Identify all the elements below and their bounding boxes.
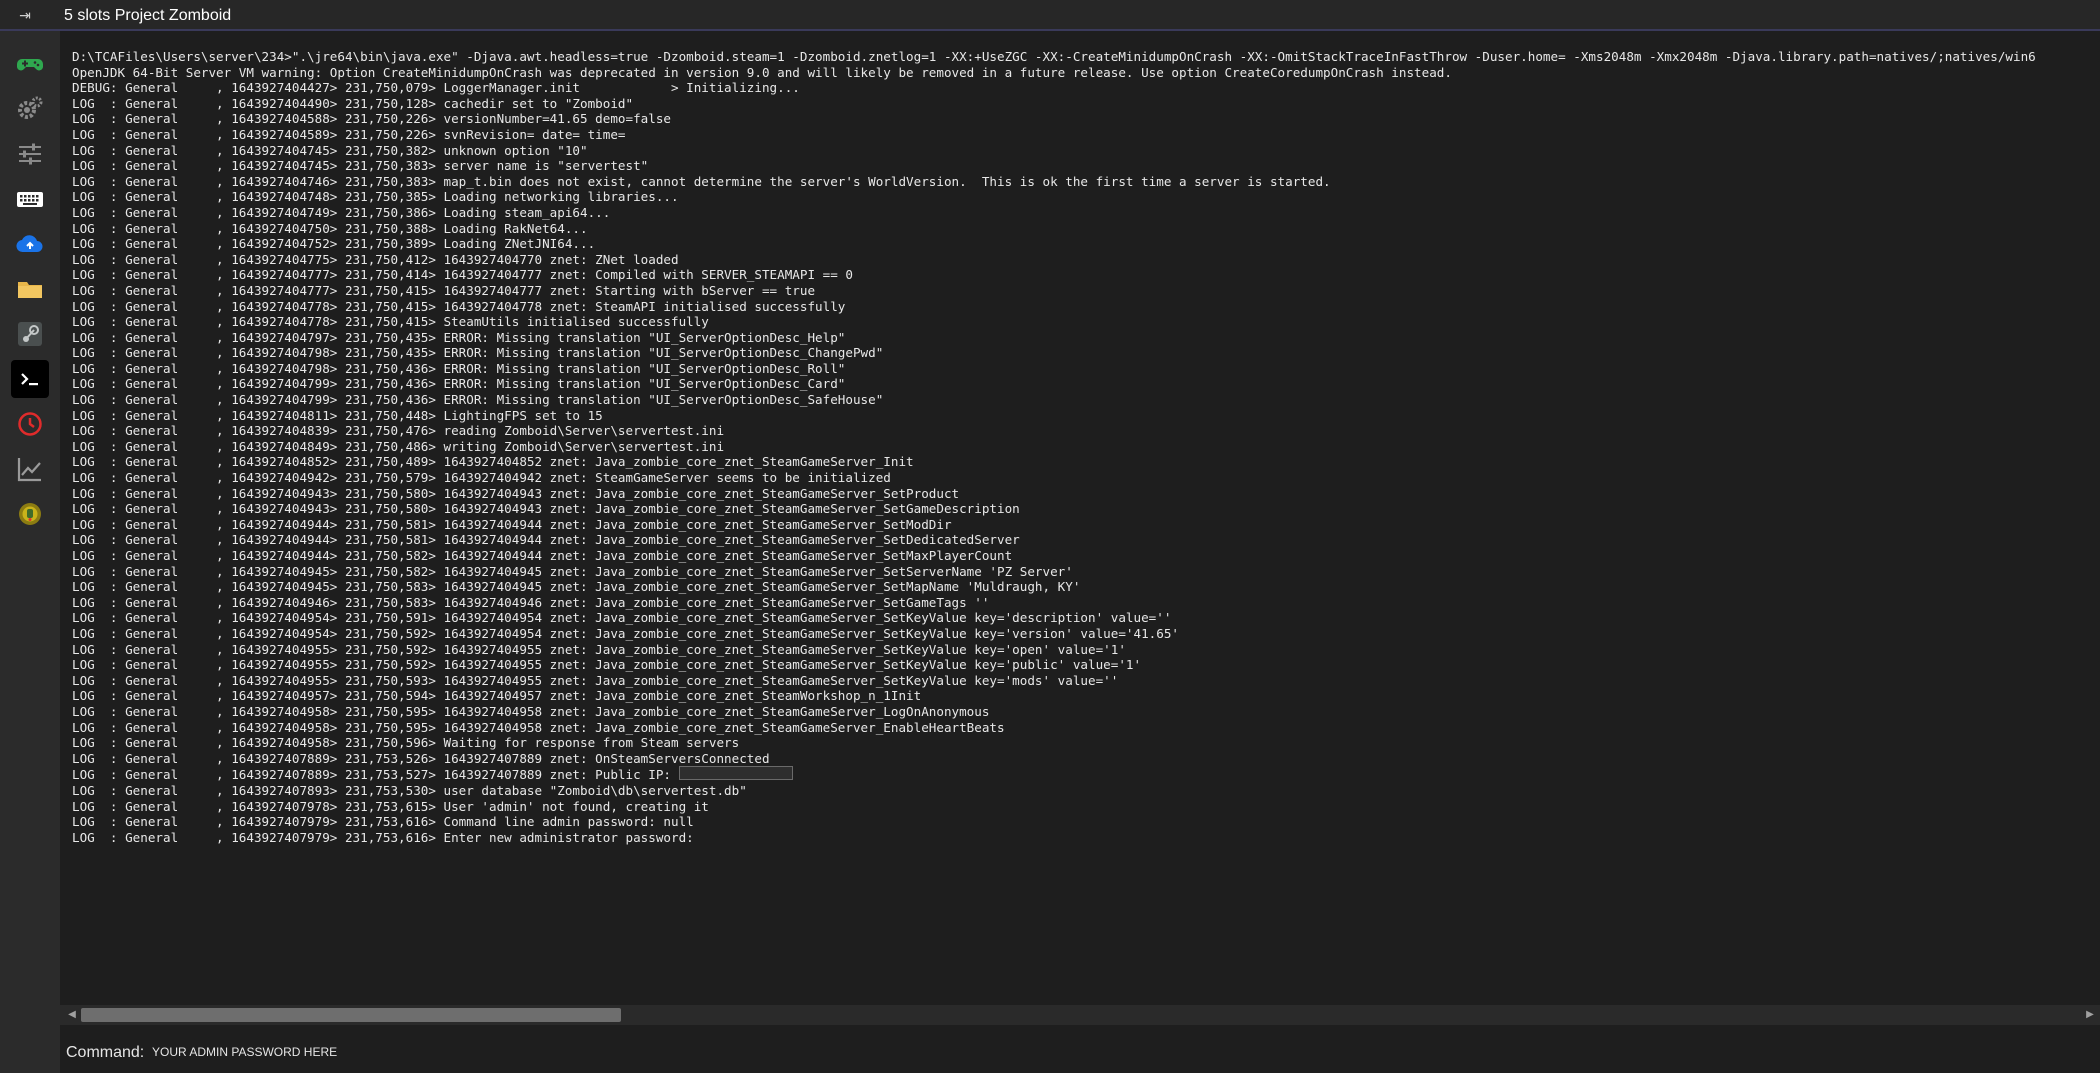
pin-icon[interactable]: ⇥ bbox=[16, 6, 34, 24]
console-line: LOG : General , 1643927404778> 231,750,4… bbox=[72, 298, 846, 314]
clock-icon bbox=[18, 412, 42, 436]
console-line: LOG : General , 1643927404942> 231,750,5… bbox=[72, 470, 891, 486]
console-line: LOG : General , 1643927404954> 231,750,5… bbox=[72, 625, 1179, 641]
sidebar-item-console[interactable] bbox=[11, 360, 49, 398]
steam-icon bbox=[18, 322, 42, 346]
console-line: LOG : General , 1643927404752> 231,750,3… bbox=[72, 236, 596, 252]
console-line: LOG : General , 1643927404778> 231,750,4… bbox=[72, 314, 709, 330]
console-line: OpenJDK 64-Bit Server VM warning: Option… bbox=[72, 64, 1452, 80]
console-line: LOG : General , 1643927404839> 231,750,4… bbox=[72, 423, 725, 439]
console-line: LOG : General , 1643927404943> 231,750,5… bbox=[72, 485, 960, 501]
gamepad-icon bbox=[17, 59, 43, 71]
console-line: LOG : General , 1643927404749> 231,750,3… bbox=[72, 204, 611, 220]
console-line: LOG : General , 1643927404750> 231,750,3… bbox=[72, 220, 588, 236]
console-line: LOG : General , 1643927404745> 231,750,3… bbox=[72, 142, 588, 158]
console-line: LOG : General , 1643927404945> 231,750,5… bbox=[72, 563, 1073, 579]
console-line: LOG : General , 1643927404849> 231,750,4… bbox=[72, 438, 725, 454]
terminal-icon bbox=[21, 373, 38, 386]
console-line: LOG : General , 1643927404944> 231,750,5… bbox=[72, 548, 1013, 563]
scrollbar-thumb[interactable] bbox=[81, 1008, 621, 1022]
console-output[interactable]: D:\TCAFiles\Users\server\234>".\jre64\bi… bbox=[60, 31, 2100, 1001]
console-line: LOG : General , 1643927407979> 231,753,6… bbox=[72, 814, 694, 830]
sidebar-item-settings[interactable] bbox=[11, 90, 49, 128]
console-line: LOG : General , 1643927407889> 231,753,5… bbox=[72, 767, 679, 783]
console-line: LOG : General , 1643927404957> 231,750,5… bbox=[72, 688, 922, 704]
console-line: LOG : General , 1643927404748> 231,750,3… bbox=[72, 189, 679, 205]
console-line: LOG : General , 1643927404777> 231,750,4… bbox=[72, 267, 853, 283]
scroll-right-icon[interactable]: ▶ bbox=[2084, 1008, 2096, 1022]
sidebar bbox=[0, 31, 60, 1073]
console-line: LOG : General , 1643927404944> 231,750,5… bbox=[72, 516, 952, 532]
console-line: LOG : General , 1643927404955> 231,750,5… bbox=[72, 672, 1119, 688]
console-line: LOG : General , 1643927404589> 231,750,2… bbox=[72, 126, 626, 142]
cloud-upload-icon bbox=[16, 235, 43, 253]
keyboard-icon bbox=[17, 192, 43, 207]
console-line: LOG : General , 1643927404775> 231,750,4… bbox=[72, 251, 679, 267]
console-log: D:\TCAFiles\Users\server\234>".\jre64\bi… bbox=[72, 49, 2100, 879]
command-bar: Command: bbox=[60, 1035, 2100, 1073]
console-line: LOG : General , 1643927407978> 231,753,6… bbox=[72, 798, 709, 814]
console-line: LOG : General , 1643927407979> 231,753,6… bbox=[72, 829, 694, 845]
game-badge-icon bbox=[19, 503, 41, 525]
console-line: LOG : General , 1643927404797> 231,750,4… bbox=[72, 329, 846, 345]
console-line: LOG : General , 1643927404799> 231,750,4… bbox=[72, 376, 846, 392]
sidebar-item-commands[interactable] bbox=[11, 180, 49, 218]
sidebar-item-scheduler[interactable] bbox=[11, 405, 49, 443]
sidebar-item-configuration[interactable] bbox=[11, 135, 49, 173]
command-input[interactable] bbox=[146, 1039, 2098, 1065]
console-line: LOG : General , 1643927404954> 231,750,5… bbox=[72, 610, 1172, 626]
console-line: LOG : General , 1643927404945> 231,750,5… bbox=[72, 579, 1081, 595]
sidebar-item-game-info[interactable] bbox=[11, 495, 49, 533]
console-line: LOG : General , 1643927404746> 231,750,3… bbox=[72, 173, 1331, 189]
console-line: LOG : General , 1643927404943> 231,750,5… bbox=[72, 501, 1020, 517]
title-bar: ⇥ 5 slots Project Zomboid bbox=[0, 0, 2100, 31]
console-line: DEBUG: General , 1643927404427> 231,750,… bbox=[72, 80, 800, 96]
sliders-icon bbox=[19, 143, 41, 165]
console-line: LOG : General , 1643927404958> 231,750,5… bbox=[72, 703, 990, 719]
command-label: Command: bbox=[66, 1044, 145, 1061]
console-line: LOG : General , 1643927404958> 231,750,5… bbox=[72, 735, 740, 751]
console-line: LOG : General , 1643927404745> 231,750,3… bbox=[72, 158, 649, 174]
console-line: LOG : General , 1643927404588> 231,750,2… bbox=[72, 111, 671, 127]
console-line: LOG : General , 1643927404852> 231,750,4… bbox=[72, 454, 914, 470]
sidebar-item-steam[interactable] bbox=[11, 315, 49, 353]
sidebar-item-files[interactable] bbox=[11, 270, 49, 308]
console-line: LOG : General , 1643927404799> 231,750,4… bbox=[72, 392, 884, 408]
console-line: LOG : General , 1643927404944> 231,750,5… bbox=[72, 532, 1020, 548]
console-line: LOG : General , 1643927407889> 231,753,5… bbox=[72, 750, 770, 766]
window-title: 5 slots Project Zomboid bbox=[64, 7, 232, 24]
console-line: LOG : General , 1643927404490> 231,750,1… bbox=[72, 95, 634, 111]
console-line: LOG : General , 1643927404798> 231,750,4… bbox=[72, 345, 884, 361]
sidebar-item-statistics[interactable] bbox=[11, 450, 49, 488]
scroll-left-icon[interactable]: ◀ bbox=[66, 1008, 78, 1022]
console-line: LOG : General , 1643927407893> 231,753,5… bbox=[72, 782, 747, 798]
console-line: LOG : General , 1643927404811> 231,750,4… bbox=[72, 407, 603, 423]
sidebar-item-game[interactable] bbox=[11, 45, 49, 83]
console-line: LOG : General , 1643927404777> 231,750,4… bbox=[72, 282, 816, 298]
console-line: D:\TCAFiles\Users\server\234>".\jre64\bi… bbox=[72, 49, 2036, 64]
console-line: LOG : General , 1643927404955> 231,750,5… bbox=[72, 657, 1142, 673]
console-line: LOG : General , 1643927404958> 231,750,5… bbox=[72, 719, 1005, 735]
console-line: LOG : General , 1643927404946> 231,750,5… bbox=[72, 594, 990, 610]
console-line: LOG : General , 1643927404798> 231,750,4… bbox=[72, 360, 846, 376]
sidebar-item-backups[interactable] bbox=[11, 225, 49, 263]
horizontal-scrollbar[interactable]: ◀ ▶ bbox=[60, 1005, 2100, 1025]
gears-icon bbox=[18, 96, 43, 119]
chart-icon bbox=[17, 458, 41, 482]
console-line: LOG : General , 1643927404955> 231,750,5… bbox=[72, 641, 1126, 657]
folder-icon bbox=[18, 282, 42, 298]
redacted-ip bbox=[678, 766, 793, 781]
